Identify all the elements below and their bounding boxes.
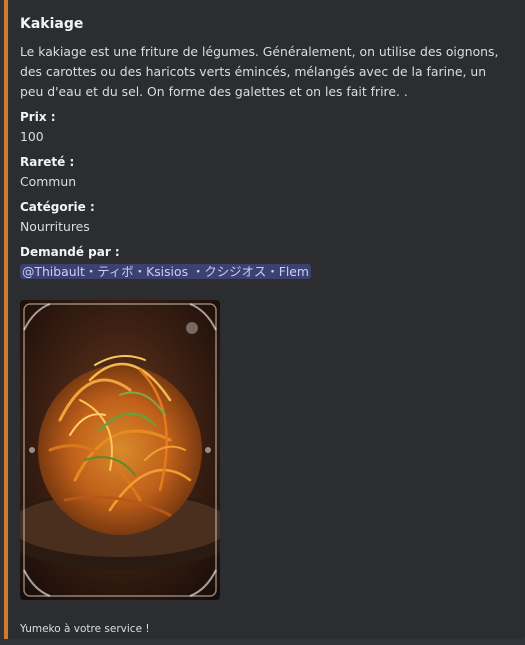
embed-card: Kakiage Le kakiage est une friture de lé… [4,0,525,639]
field-requested-by: Demandé par : @Thibault・ティボ・Ksisios ・クシジ… [20,243,512,282]
field-name: Prix : [20,110,56,124]
kakiage-photo [20,300,220,600]
field-name: Rareté : [20,155,75,169]
field-name: Demandé par : [20,245,120,259]
embed-image[interactable] [20,300,220,600]
field-value: Nourritures [20,219,90,234]
field-name: Catégorie : [20,200,95,214]
field-value: 100 [20,129,44,144]
field-value: @Thibault・ティボ・Ksisios ・クシジオス・Flem [20,262,512,282]
field-value: Commun [20,174,77,189]
embed-footer: Yumeko à votre service ! [20,623,150,635]
embed-title: Kakiage [20,16,84,32]
field-price: Prix : 100 [20,108,512,147]
embed-description: Le kakiage est une friture de légumes. G… [20,44,499,99]
embed-content: Kakiage Le kakiage est une friture de lé… [20,14,512,635]
user-mention[interactable]: @Thibault・ティボ・Ksisios ・クシジオス・Flem [20,264,311,279]
field-category: Catégorie : Nourritures [20,198,512,237]
field-rarity: Rareté : Commun [20,153,512,192]
